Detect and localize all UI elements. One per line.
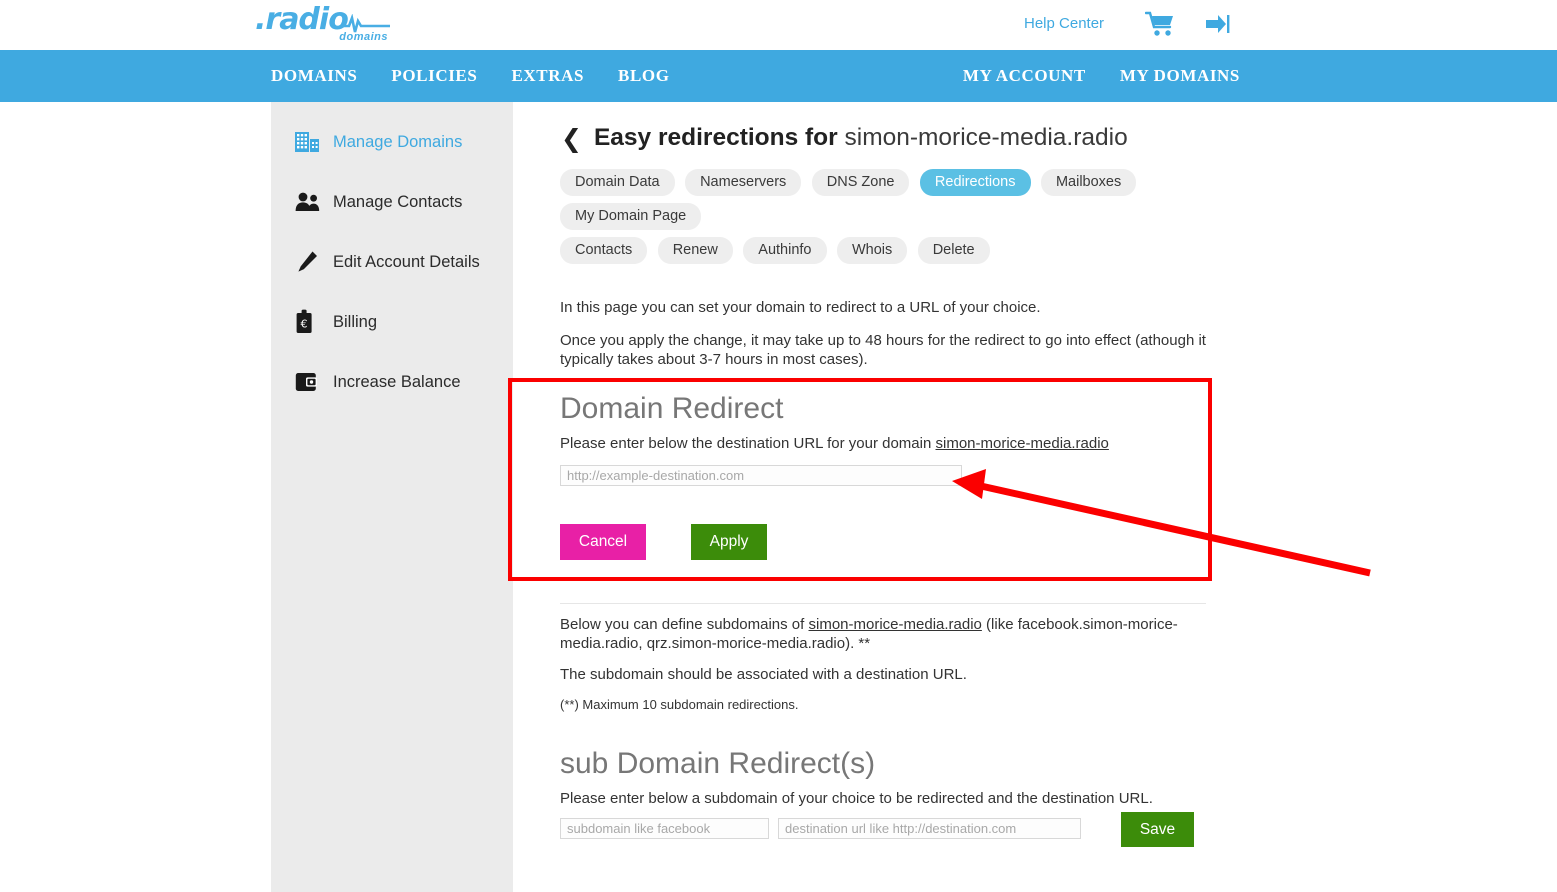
tab-contacts[interactable]: Contacts — [560, 237, 648, 264]
brand-logo-subtext: domains — [339, 31, 388, 43]
sidebar-item-billing[interactable]: € Billing — [271, 302, 513, 342]
sidebar-item-label: Manage Contacts — [333, 192, 463, 211]
building-icon — [295, 129, 325, 155]
domain-redirect-heading: Domain Redirect — [560, 392, 784, 425]
people-icon — [295, 189, 325, 215]
tab-delete[interactable]: Delete — [917, 237, 990, 264]
cancel-button[interactable]: Cancel — [560, 524, 646, 560]
sidebar-item-manage-contacts[interactable]: Manage Contacts — [271, 182, 513, 222]
help-center-link[interactable]: Help Center — [1024, 15, 1104, 32]
login-arrow-icon[interactable] — [1204, 11, 1230, 37]
nav-account-group: MY ACCOUNT MY DOMAINS — [929, 50, 1240, 102]
back-chevron-icon[interactable]: ❮ — [561, 126, 582, 151]
tab-dns-zone[interactable]: DNS Zone — [811, 169, 910, 196]
tab-my-domain-page[interactable]: My Domain Page — [560, 203, 702, 230]
sub-domain-redirect-description: Please enter below a subdomain of your c… — [560, 790, 1153, 807]
subdomain-info-line-2: The subdomain should be associated with … — [560, 666, 967, 683]
intro-text: In this page you can set your domain to … — [560, 298, 1210, 369]
sub-domain-redirect-heading: sub Domain Redirect(s) — [560, 747, 876, 780]
tab-authinfo[interactable]: Authinfo — [743, 237, 827, 264]
main-navigation: DOMAINS POLICIES EXTRAS BLOG MY ACCOUNT … — [0, 50, 1557, 102]
tab-redirections[interactable]: Redirections — [919, 169, 1031, 196]
destination-url-input[interactable] — [560, 465, 962, 486]
intro-paragraph-2: Once you apply the change, it may take u… — [560, 332, 1206, 368]
sub-domain-redirect-section: sub Domain Redirect(s) Please enter belo… — [560, 746, 1220, 847]
brand-logo[interactable]: .radio domains — [255, 2, 390, 48]
sidebar: Manage Domains Manage Contacts Edit Acco… — [271, 102, 513, 892]
intro-paragraph-1: In this page you can set your domain to … — [560, 299, 1041, 316]
tab-whois[interactable]: Whois — [836, 237, 908, 264]
nav-item-policies[interactable]: POLICIES — [391, 66, 477, 86]
subdomain-info-line-1: Below you can define subdomains of simon… — [560, 615, 1220, 653]
tab-domain-data[interactable]: Domain Data — [560, 169, 675, 196]
sidebar-item-label: Increase Balance — [333, 372, 461, 391]
page-title-bold: Easy redirections for — [593, 124, 838, 151]
subdomain-info-domain: simon-morice-media.radio — [808, 616, 982, 633]
brand-logo-text: .radio — [255, 2, 349, 37]
sidebar-item-label: Edit Account Details — [333, 252, 480, 271]
wallet-icon — [295, 369, 325, 395]
subdomain-destination-input[interactable] — [778, 818, 1081, 839]
tab-nameservers[interactable]: Nameservers — [685, 169, 802, 196]
pencil-icon — [295, 249, 325, 275]
content-area: ❮ Easy redirections for simon-morice-med… — [513, 102, 1557, 892]
domain-redirect-description-prefix: Please enter below the destination URL f… — [560, 435, 936, 452]
nav-item-my-domains[interactable]: MY DOMAINS — [1120, 66, 1240, 86]
sidebar-item-increase-balance[interactable]: Increase Balance — [271, 362, 513, 402]
domain-redirect-section: Domain Redirect Please enter below the d… — [560, 391, 1220, 560]
domain-tabs: Domain Data Nameservers DNS Zone Redirec… — [560, 169, 1220, 271]
sidebar-item-manage-domains[interactable]: Manage Domains — [271, 122, 513, 162]
domain-redirect-description: Please enter below the destination URL f… — [560, 435, 1220, 452]
page-header: ❮ Easy redirections for simon-morice-med… — [561, 124, 1557, 152]
sidebar-item-label: Billing — [333, 312, 378, 331]
sidebar-item-edit-account-details[interactable]: Edit Account Details — [271, 242, 513, 282]
apply-button[interactable]: Apply — [691, 524, 767, 560]
svg-text:€: € — [301, 318, 308, 331]
nav-item-my-account[interactable]: MY ACCOUNT — [963, 66, 1086, 86]
sidebar-item-label: Manage Domains — [333, 132, 463, 151]
top-bar: .radio domains Help Center — [0, 0, 1557, 50]
sub-domain-redirect-row: Save — [560, 812, 1220, 847]
domain-redirect-description-domain: simon-morice-media.radio — [935, 435, 1109, 452]
nav-item-extras[interactable]: EXTRAS — [511, 66, 584, 86]
page-body: Manage Domains Manage Contacts Edit Acco… — [0, 102, 1557, 892]
save-button[interactable]: Save — [1121, 812, 1194, 847]
subdomain-footnote: (**) Maximum 10 subdomain redirections. — [560, 697, 799, 712]
subdomain-input[interactable] — [560, 818, 769, 839]
tab-mailboxes[interactable]: Mailboxes — [1040, 169, 1137, 196]
page-title-domain: simon-morice-media.radio — [844, 124, 1128, 151]
page-title: Easy redirections for simon-morice-media… — [594, 124, 1128, 152]
subdomain-info-prefix: Below you can define subdomains of — [560, 616, 809, 633]
nav-item-blog[interactable]: BLOG — [618, 66, 670, 86]
cart-icon[interactable] — [1144, 10, 1175, 38]
section-divider — [560, 603, 1206, 604]
nav-item-domains[interactable]: DOMAINS — [271, 66, 357, 86]
euro-tag-icon: € — [295, 309, 325, 335]
tab-renew[interactable]: Renew — [657, 237, 733, 264]
subdomain-info-section: Below you can define subdomains of simon… — [560, 615, 1220, 712]
nav-primary-group: DOMAINS POLICIES EXTRAS BLOG — [271, 50, 704, 102]
